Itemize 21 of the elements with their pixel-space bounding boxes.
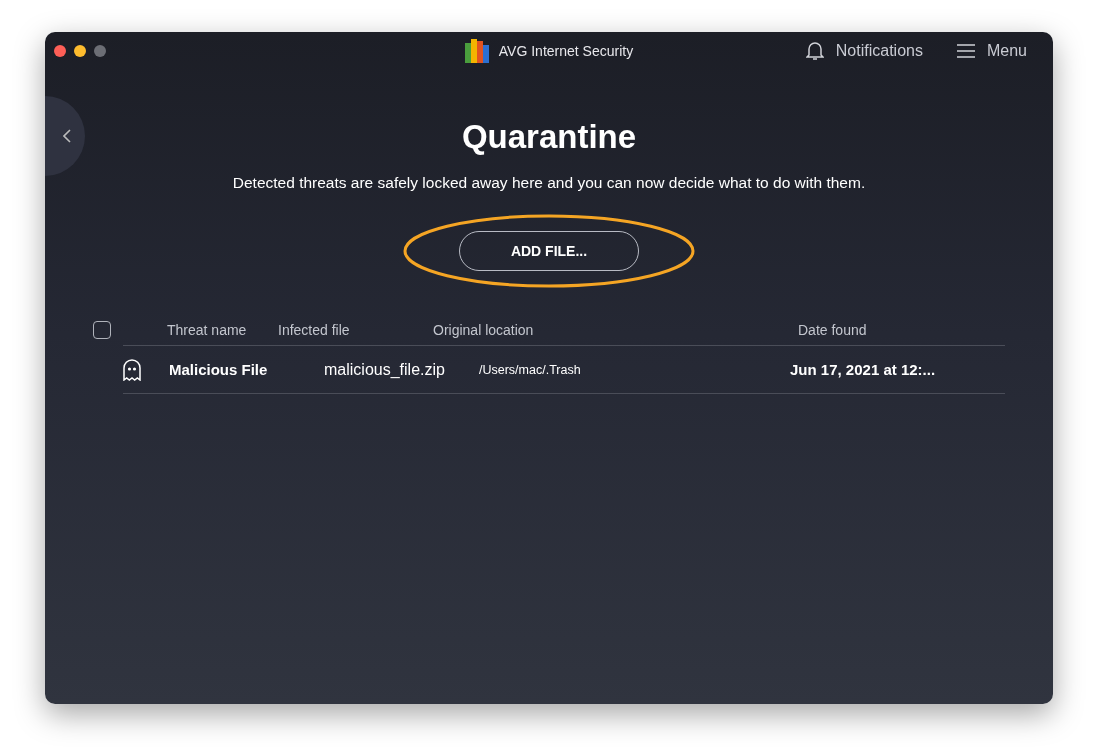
table-cell-text: /Users/mac/.Trash <box>479 362 582 377</box>
table-cell-text: malicious_file.zip <box>324 360 446 379</box>
menu-button[interactable]: Menu <box>956 42 1027 60</box>
column-header: Infected file <box>278 322 351 338</box>
page-title: Quarantine <box>461 118 637 156</box>
ghost-icon <box>123 358 141 381</box>
notifications-button[interactable]: Notifications <box>805 41 923 61</box>
minimize-icon[interactable] <box>74 45 86 57</box>
column-header: Date found <box>797 322 868 338</box>
table-cell-text: Malicious File <box>169 361 269 378</box>
zoom-icon[interactable] <box>94 45 106 57</box>
column-header: Original location <box>433 322 535 338</box>
bell-icon <box>805 41 824 61</box>
page-subtitle: Detected threats are safely locked away here and you can now decide what to do with them. <box>232 174 866 192</box>
window-title: AVG Internet Security <box>498 43 634 59</box>
logo-icon <box>464 39 489 63</box>
select-all-checkbox[interactable] <box>93 321 111 339</box>
menu-icon <box>956 44 975 58</box>
close-icon[interactable] <box>54 45 66 57</box>
column-header: Threat name <box>166 322 248 338</box>
table-cell-text: Jun 17, 2021 at 12:... <box>789 361 937 378</box>
